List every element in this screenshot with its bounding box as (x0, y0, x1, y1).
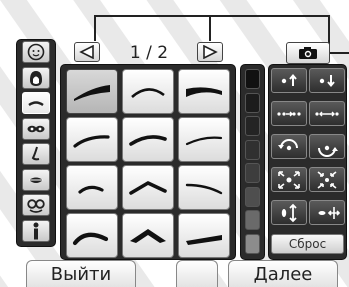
stretch-horizontal-icon (318, 206, 340, 219)
mouth-icon (29, 177, 43, 183)
bottom-blank-tab (176, 260, 218, 287)
right-triangle-icon (203, 45, 218, 59)
eyes-icon (27, 125, 45, 132)
enlarge-icon (278, 170, 300, 189)
eyebrow-medium-arch-icon (129, 134, 167, 146)
eyebrow-option-thick-straight[interactable] (178, 213, 230, 258)
shrink-button[interactable] (309, 167, 345, 192)
eyebrow-thin-arch-icon (131, 87, 165, 98)
color-swatch[interactable] (245, 139, 260, 160)
enlarge-button[interactable] (271, 167, 307, 192)
color-swatch[interactable] (245, 92, 260, 113)
shrink-icon (317, 170, 337, 189)
eyebrow-option-thick-wedge-right[interactable] (178, 69, 230, 114)
callout-line (94, 15, 96, 41)
face-shape-icon (30, 70, 42, 86)
eyebrow-peaked-icon (129, 180, 167, 195)
category-figure-button[interactable] (22, 219, 50, 242)
eyebrow-option-thin-flat[interactable] (178, 117, 230, 162)
glasses-icon (27, 199, 45, 213)
category-face-shape-button[interactable] (22, 66, 50, 89)
color-swatch[interactable] (245, 210, 260, 230)
eyebrow-option-medium-arch[interactable] (122, 117, 174, 162)
eyebrow-option-thick-wedge[interactable] (66, 69, 118, 114)
eyebrow-option-thin-arch[interactable] (122, 69, 174, 114)
narrow-spacing-button[interactable] (271, 101, 307, 126)
eyebrow-thin-flat-icon (185, 136, 223, 145)
eyebrow-option-sharp-peak[interactable] (122, 213, 174, 258)
camera-button[interactable] (286, 42, 330, 64)
reset-button[interactable]: Сброс (271, 234, 344, 254)
stretch-horizontal-button[interactable] (309, 200, 345, 225)
eyebrow-option-round-arch[interactable] (66, 213, 118, 258)
eyebrow-small-arch-icon (78, 185, 104, 194)
left-triangle-icon (79, 45, 94, 59)
next-button[interactable]: Далее (228, 260, 338, 287)
eyebrow-thick-wedge-icon (74, 84, 110, 101)
nose-icon (31, 146, 40, 161)
exit-button[interactable]: Выйти (26, 260, 136, 287)
eyebrow-thick-wedge-right-icon (186, 86, 222, 97)
eyebrow-thin-curve-icon (73, 134, 110, 148)
color-swatch[interactable] (245, 163, 260, 183)
prev-page-button[interactable] (74, 42, 100, 62)
camera-icon (299, 47, 317, 59)
widen-spacing-icon (315, 111, 339, 116)
callout-line (94, 15, 330, 17)
stretch-vertical-icon (281, 203, 297, 222)
rotate-cw-icon (318, 145, 338, 157)
eyebrow-thick-straight-icon (186, 234, 222, 245)
move-down-button[interactable] (309, 68, 345, 93)
category-mouth-button[interactable] (22, 168, 50, 191)
move-up-button[interactable] (271, 68, 307, 93)
eyebrow-icon (28, 101, 44, 107)
move-up-icon (281, 73, 297, 86)
adjust-panel (268, 64, 347, 260)
category-face-outline-button[interactable] (22, 41, 50, 63)
color-swatch[interactable] (245, 69, 260, 89)
eyebrow-round-arch-icon (72, 232, 109, 245)
color-swatch[interactable] (245, 233, 260, 254)
stretch-vertical-button[interactable] (271, 200, 307, 225)
category-eyes-button[interactable] (22, 117, 50, 140)
rotate-ccw-icon (278, 138, 298, 150)
eyebrow-sharp-peak-icon (130, 228, 166, 243)
eyebrow-option-thin-curve[interactable] (66, 117, 118, 162)
color-swatch[interactable] (245, 116, 260, 136)
widen-spacing-button[interactable] (309, 101, 345, 126)
eyebrow-option-thin-down[interactable] (178, 165, 230, 210)
category-nose-button[interactable] (22, 143, 50, 165)
color-swatch[interactable] (245, 186, 260, 207)
callout-line (328, 52, 349, 54)
eyebrow-thin-down-icon (185, 183, 223, 194)
narrow-spacing-icon (277, 111, 301, 116)
category-glasses-button[interactable] (22, 194, 50, 216)
eyebrow-option-peaked[interactable] (122, 165, 174, 210)
figure-icon (33, 222, 39, 239)
page-indicator: 1 / 2 (129, 43, 169, 63)
rotate-cw-button[interactable] (309, 134, 345, 159)
callout-line (209, 15, 211, 41)
rotate-ccw-button[interactable] (271, 134, 307, 159)
move-down-icon (319, 74, 335, 87)
next-page-button[interactable] (197, 42, 223, 62)
eyebrow-option-small-arch[interactable] (66, 165, 118, 210)
category-eyebrow-button[interactable] (22, 92, 50, 114)
face-outline-icon (27, 43, 45, 61)
